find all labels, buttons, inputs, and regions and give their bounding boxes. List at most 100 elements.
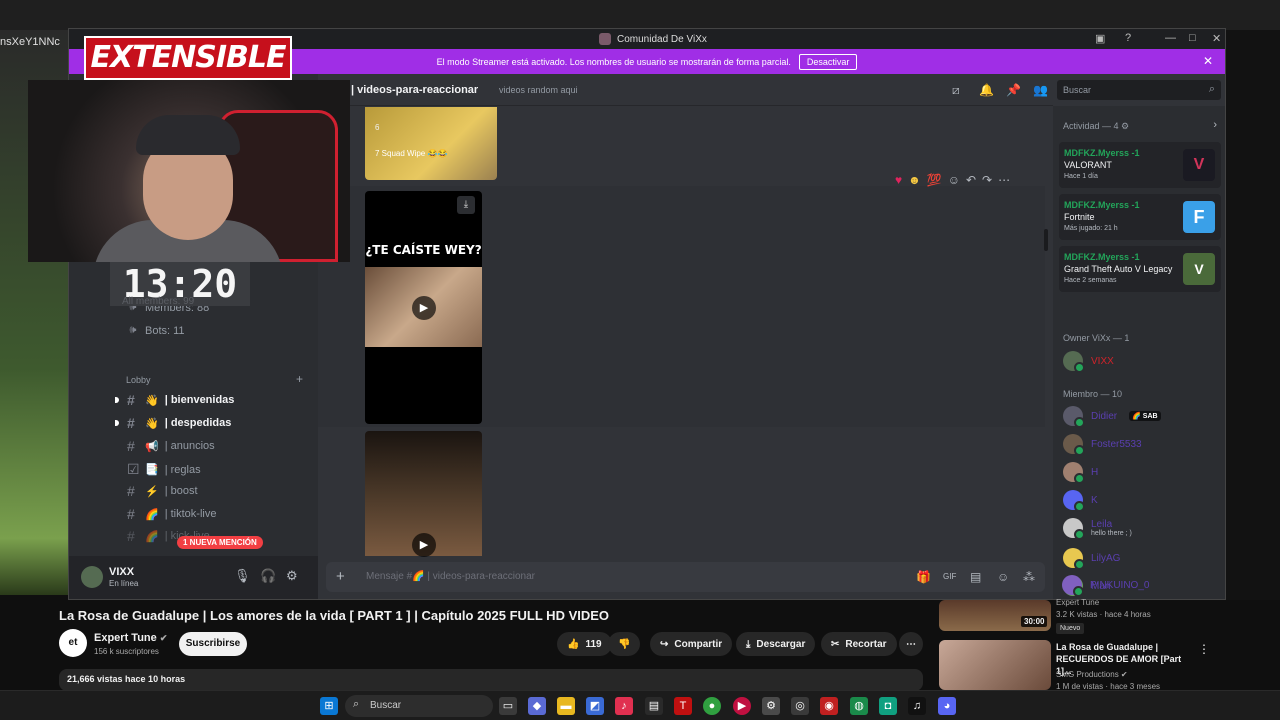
taskbar-search[interactable]: ⌕ Buscar bbox=[345, 695, 493, 717]
video-attachment[interactable]: ▶ bbox=[365, 431, 482, 557]
notification-bell-icon[interactable]: 🔔 bbox=[979, 83, 994, 97]
video-attachment[interactable]: ⤓ ¿TE CAÍSTE WEY? ▶ bbox=[365, 191, 482, 424]
rec-channel[interactable]: Expert Tune bbox=[1056, 598, 1099, 607]
app-icon[interactable]: ◎ bbox=[791, 697, 809, 715]
avatar[interactable] bbox=[81, 566, 103, 588]
laugh-reaction-icon[interactable]: ☻ bbox=[908, 173, 921, 187]
headphones-icon[interactable]: 🎧 bbox=[260, 568, 276, 584]
close-banner-icon[interactable]: ✕ bbox=[1203, 54, 1213, 68]
all-members-count: All members: 99 bbox=[122, 296, 195, 307]
add-reaction-icon[interactable]: ☺ bbox=[948, 173, 960, 187]
avatar bbox=[1063, 351, 1085, 373]
member-item[interactable]: H bbox=[1063, 462, 1098, 484]
download-icon: ⤓ bbox=[746, 638, 751, 650]
tf-app-icon[interactable]: T bbox=[674, 697, 692, 715]
editor-icon[interactable]: ▤ bbox=[645, 697, 663, 715]
more-button[interactable]: ⋯ bbox=[899, 632, 923, 656]
gift-icon[interactable]: 🎁 bbox=[916, 570, 931, 584]
channel-label: | boost bbox=[164, 485, 198, 497]
channel-despedidas[interactable]: # 👋 | despedidas bbox=[127, 415, 231, 431]
recorder-icon[interactable]: ◉ bbox=[820, 697, 838, 715]
subscribe-button[interactable]: Suscribirse bbox=[179, 632, 247, 656]
member-list-icon[interactable]: 👥 bbox=[1033, 83, 1048, 97]
member-item[interactable]: K bbox=[1063, 490, 1098, 512]
rec-channel[interactable]: SMG Productions ✔ bbox=[1056, 670, 1128, 679]
tiktok-icon[interactable]: ♫ bbox=[908, 697, 926, 715]
member-item[interactable]: PINKUINO_0 bbox=[1062, 575, 1149, 597]
rec-thumbnail[interactable] bbox=[939, 640, 1051, 690]
more-vert-icon[interactable]: ⋮ bbox=[1198, 642, 1210, 656]
megaphone-icon: 🕪 bbox=[129, 324, 137, 336]
file-explorer-icon[interactable]: ▬ bbox=[557, 697, 575, 715]
download-button[interactable]: ⤓ Descargar bbox=[736, 632, 816, 656]
share-button[interactable]: ↪ Compartir bbox=[650, 632, 733, 656]
disable-streamer-button[interactable]: Desactivar bbox=[798, 53, 858, 70]
video-attachment[interactable]: 6 7 Squad Wipe 😂😂 bbox=[365, 107, 497, 180]
chat-app-icon[interactable]: ◘ bbox=[879, 697, 897, 715]
play-icon[interactable]: ▶ bbox=[412, 533, 436, 557]
gif-icon[interactable]: GIF bbox=[943, 572, 956, 581]
discord-icon[interactable]: ◕ bbox=[938, 697, 956, 715]
member-owner[interactable]: VIXX bbox=[1063, 351, 1114, 373]
windows-start-icon[interactable]: ⊞ bbox=[320, 697, 338, 715]
member-item[interactable]: LilyAG bbox=[1063, 548, 1120, 570]
add-channel-icon[interactable]: + bbox=[296, 372, 303, 386]
member-item[interactable]: Leila hello there ; ) bbox=[1063, 518, 1132, 540]
channel-boost[interactable]: # ⚡ | boost bbox=[127, 483, 198, 499]
channel-label: | reglas bbox=[164, 463, 201, 476]
more-options-icon[interactable]: ⋯ bbox=[998, 173, 1010, 187]
store-icon[interactable]: ◩ bbox=[586, 697, 604, 715]
settings-icon[interactable]: ⚙ bbox=[762, 697, 780, 715]
play-icon[interactable]: ▶ bbox=[412, 296, 436, 320]
channel-name[interactable]: Expert Tune ✔ bbox=[94, 632, 167, 644]
member-item[interactable]: Didier 🌈 SAB bbox=[1063, 406, 1161, 428]
scrollbar[interactable] bbox=[1044, 229, 1048, 251]
channel-tiktok-live[interactable]: # 🌈 | tiktok-live bbox=[127, 506, 216, 522]
task-view-icon[interactable]: ▭ bbox=[499, 697, 517, 715]
channel-avatar[interactable]: et bbox=[59, 629, 87, 657]
reply-icon[interactable]: ↶ bbox=[966, 173, 976, 187]
category-lobby[interactable]: Lobby bbox=[126, 375, 151, 385]
heart-reaction-icon[interactable]: ♥ bbox=[895, 173, 902, 187]
message-composer[interactable]: + Mensaje #🌈 | videos-para-reaccionar 🎁 … bbox=[326, 562, 1045, 592]
minimize-icon[interactable]: — bbox=[1165, 32, 1176, 44]
search-input[interactable]: Buscar ⌕ bbox=[1057, 80, 1221, 100]
channel-anuncios[interactable]: # 📢 | anuncios bbox=[127, 438, 215, 454]
maximize-icon[interactable]: □ bbox=[1189, 32, 1196, 44]
dislike-button[interactable]: 👎 bbox=[608, 632, 641, 656]
hundred-reaction-icon[interactable]: 💯 bbox=[927, 173, 942, 187]
hash-icon: # bbox=[127, 483, 135, 499]
inbox-icon[interactable]: ▣ bbox=[1095, 32, 1105, 45]
settings-gear-icon[interactable]: ⚙ bbox=[286, 568, 298, 584]
activity-card[interactable]: MDFKZ.Myerss -1 VALORANT Hace 1 día V bbox=[1059, 142, 1221, 188]
activity-header: Actividad — 4 ⚙ bbox=[1063, 121, 1129, 132]
browser-right-edge bbox=[1226, 30, 1280, 600]
microphone-icon[interactable]: 🎙 bbox=[234, 568, 251, 584]
download-icon[interactable]: ⤓ bbox=[457, 196, 475, 214]
activity-card[interactable]: MDFKZ.Myerss -1 Grand Theft Auto V Legac… bbox=[1059, 246, 1221, 292]
video-description[interactable]: 21,666 vistas hace 10 horas bbox=[59, 669, 923, 691]
gear-icon[interactable]: ⚙ bbox=[1121, 121, 1129, 131]
new-mention-badge[interactable]: 1 NUEVA MENCIÓN bbox=[177, 536, 263, 549]
sticker-icon[interactable]: ▤ bbox=[970, 570, 981, 584]
member-item[interactable]: Foster5533 bbox=[1063, 434, 1142, 456]
browser-icon[interactable]: ◍ bbox=[850, 697, 868, 715]
music-icon[interactable]: ♪ bbox=[615, 697, 633, 715]
help-icon[interactable]: ? bbox=[1125, 32, 1131, 44]
clip-button[interactable]: ✂ Recortar bbox=[821, 632, 897, 656]
apps-icon[interactable]: ⁂ bbox=[1023, 570, 1035, 584]
chevron-right-icon[interactable]: › bbox=[1213, 119, 1217, 131]
forward-icon[interactable]: ↷ bbox=[982, 173, 992, 187]
close-icon[interactable]: ✕ bbox=[1212, 32, 1221, 45]
add-attachment-icon[interactable]: + bbox=[336, 568, 345, 585]
media-player-icon[interactable]: ▶ bbox=[733, 697, 751, 715]
threads-icon[interactable]: ⧄ bbox=[952, 83, 960, 98]
like-button[interactable]: 👍 119 bbox=[557, 632, 612, 656]
emoji-icon[interactable]: ☺ bbox=[997, 570, 1009, 584]
pin-icon[interactable]: 📌 bbox=[1006, 83, 1021, 97]
chrome-icon[interactable]: ● bbox=[703, 697, 721, 715]
channel-bienvenidas[interactable]: # 👋 | bienvenidas bbox=[127, 392, 234, 408]
activity-card[interactable]: MDFKZ.Myerss -1 Fortnite Más jugado: 21 … bbox=[1059, 194, 1221, 240]
widgets-icon[interactable]: ◆ bbox=[528, 697, 546, 715]
channel-reglas[interactable]: ☑ 📑 | reglas bbox=[127, 461, 201, 478]
